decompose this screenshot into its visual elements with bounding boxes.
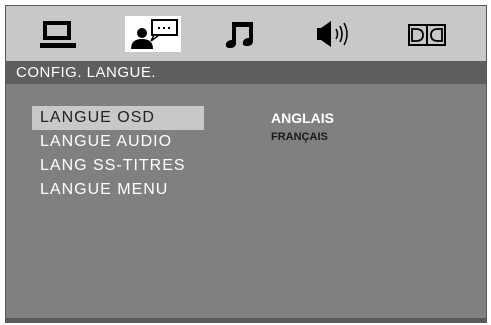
bottom-bar — [6, 318, 486, 322]
menu-item-subtitle-language[interactable]: LANG SS-TITRES — [32, 154, 212, 178]
page-title: CONFIG. LANGUE. — [16, 64, 157, 81]
language-options: ANGLAIS FRANÇAIS — [271, 106, 334, 144]
monitor-icon — [40, 21, 76, 48]
menu-item-osd-language[interactable]: LANGUE OSD — [32, 106, 204, 130]
music-note-icon — [225, 22, 253, 48]
menu-item-audio-language[interactable]: LANGUE AUDIO — [32, 130, 212, 154]
language-menu: LANGUE OSD LANGUE AUDIO LANG SS-TITRES L… — [32, 106, 212, 202]
tab-language[interactable] — [125, 16, 181, 52]
tab-general[interactable] — [38, 16, 78, 52]
speaker-volume-icon — [317, 21, 348, 47]
setup-screen: CONFIG. LANGUE. LANGUE OSD LANGUE AUDIO … — [5, 5, 487, 323]
option-english[interactable]: ANGLAIS — [271, 106, 334, 130]
menu-item-menu-language[interactable]: LANGUE MENU — [32, 178, 212, 202]
option-french[interactable]: FRANÇAIS — [271, 130, 334, 144]
dolby-icon — [408, 24, 446, 46]
tab-audio[interactable] — [220, 16, 260, 52]
tab-speaker[interactable] — [313, 16, 357, 52]
tab-dolby[interactable] — [406, 16, 448, 52]
page-title-bar: CONFIG. LANGUE. — [6, 61, 486, 84]
setup-tab-bar — [6, 6, 486, 61]
language-speaker-icon — [131, 19, 178, 49]
